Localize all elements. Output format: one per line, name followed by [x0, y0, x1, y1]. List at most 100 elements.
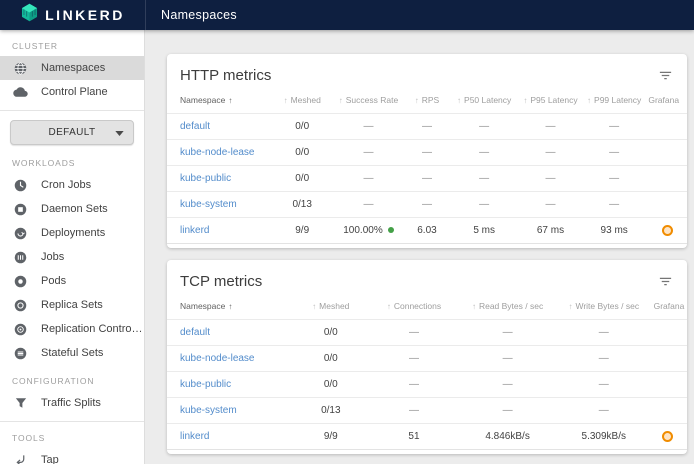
- sidebar-item-namespaces[interactable]: Namespaces: [0, 56, 144, 80]
- column-header-p95-latency[interactable]: ↑P95 Latency: [518, 91, 583, 114]
- namespace-link[interactable]: kube-public: [180, 173, 231, 184]
- tcp-metrics-table: Namespace↑↑Meshed↑Connections↑Read Bytes…: [167, 297, 687, 450]
- sort-icon: ↑: [587, 96, 591, 105]
- namespace-selector[interactable]: DEFAULT: [10, 120, 134, 145]
- namespace-cell: linkerd: [167, 218, 271, 244]
- grafana-cell: [645, 218, 687, 244]
- sidebar-item-label: Pods: [41, 275, 66, 287]
- metric-cell: 0/0: [292, 372, 370, 398]
- sidebar-item-replica-sets[interactable]: Replica Sets: [0, 293, 144, 317]
- namespace-link[interactable]: kube-public: [180, 379, 231, 390]
- namespace-link[interactable]: kube-system: [180, 405, 237, 416]
- metric-cell: 0/13: [271, 192, 333, 218]
- cron-jobs-icon: [13, 179, 28, 192]
- namespace-link[interactable]: default: [180, 327, 210, 338]
- metric-cell: —: [450, 192, 518, 218]
- column-header-rps[interactable]: ↑RPS: [404, 91, 451, 114]
- sidebar-item-replication-controllers[interactable]: Replication Controllers: [0, 317, 144, 341]
- namespace-link[interactable]: kube-system: [180, 199, 237, 210]
- sidebar-item-label: Deployments: [41, 227, 105, 239]
- table-row-kube-node-lease: kube-node-lease0/0———: [167, 346, 687, 372]
- namespace-selector-value: DEFAULT: [48, 127, 95, 138]
- metric-cell: —: [450, 166, 518, 192]
- sidebar-item-traffic-splits[interactable]: Traffic Splits: [0, 391, 144, 415]
- metric-cell: 0/13: [292, 398, 370, 424]
- linkerd-logo-icon: [20, 3, 39, 27]
- topbar-divider: [145, 0, 146, 30]
- column-header-success-rate[interactable]: ↑Success Rate: [333, 91, 403, 114]
- sidebar-item-label: Replica Sets: [41, 299, 103, 311]
- sort-icon: ↑: [457, 96, 461, 105]
- sidebar-item-cron-jobs[interactable]: Cron Jobs: [0, 173, 144, 197]
- metric-cell: 0/0: [271, 140, 333, 166]
- brand[interactable]: LINKERD: [0, 0, 145, 30]
- deployments-icon: [13, 227, 28, 240]
- sidebar-item-label: Namespaces: [41, 62, 105, 74]
- grafana-icon[interactable]: [662, 431, 673, 442]
- namespace-cell: kube-public: [167, 372, 292, 398]
- replication-controllers-icon: [13, 323, 28, 336]
- sidebar-section-label: CONFIGURATION: [0, 365, 144, 391]
- sidebar-item-jobs[interactable]: Jobs: [0, 245, 144, 269]
- tcp-metrics-card: TCP metrics Namespace↑↑Meshed↑Connection…: [167, 260, 687, 454]
- sidebar-item-label: Traffic Splits: [41, 397, 101, 409]
- metric-cell: 93 ms: [583, 218, 645, 244]
- filter-list-icon[interactable]: [658, 68, 673, 83]
- namespace-selector-wrap: DEFAULT: [0, 111, 144, 147]
- sidebar-item-pods[interactable]: Pods: [0, 269, 144, 293]
- sidebar-item-deployments[interactable]: Deployments: [0, 221, 144, 245]
- sidebar-item-daemon-sets[interactable]: Daemon Sets: [0, 197, 144, 221]
- tap-icon: [13, 454, 28, 464]
- sidebar-item-stateful-sets[interactable]: Stateful Sets: [0, 341, 144, 365]
- column-header-p99-latency[interactable]: ↑P99 Latency: [583, 91, 645, 114]
- column-header-connections[interactable]: ↑Connections: [370, 297, 458, 320]
- namespace-link[interactable]: linkerd: [180, 431, 209, 442]
- namespace-link[interactable]: kube-node-lease: [180, 353, 255, 364]
- sidebar-item-tap[interactable]: Tap: [0, 448, 144, 464]
- jobs-icon: [13, 251, 28, 264]
- column-header-meshed[interactable]: ↑Meshed: [271, 91, 333, 114]
- sidebar-section-workloads: WORKLOADSCron JobsDaemon SetsDeployments…: [0, 147, 144, 365]
- metric-cell: —: [458, 320, 557, 346]
- metric-cell: 51: [370, 424, 458, 450]
- column-header-meshed[interactable]: ↑Meshed: [292, 297, 370, 320]
- table-row-default: default0/0———: [167, 320, 687, 346]
- sidebar-item-label: Cron Jobs: [41, 179, 91, 191]
- sort-icon: ↑: [472, 302, 476, 311]
- sort-icon: ↑: [523, 96, 527, 105]
- namespace-link[interactable]: default: [180, 121, 210, 132]
- grafana-icon[interactable]: [662, 225, 673, 236]
- sidebar-section-cluster: CLUSTERNamespacesControl Plane: [0, 30, 144, 104]
- sort-asc-icon: ↑: [228, 96, 232, 105]
- sidebar-item-label: Control Plane: [41, 86, 108, 98]
- metric-cell: —: [557, 346, 651, 372]
- column-header-read-bytes-sec[interactable]: ↑Read Bytes / sec: [458, 297, 557, 320]
- metric-cell: —: [404, 166, 451, 192]
- main-content: HTTP metrics Namespace↑↑Meshed↑Success R…: [145, 30, 694, 464]
- metric-cell: 67 ms: [518, 218, 583, 244]
- top-bar: LINKERD Namespaces: [0, 0, 694, 30]
- column-header-namespace[interactable]: Namespace↑: [167, 91, 271, 114]
- metric-cell: —: [450, 114, 518, 140]
- metric-cell: 4.846kB/s: [458, 424, 557, 450]
- namespace-link[interactable]: linkerd: [180, 225, 209, 236]
- filter-list-icon[interactable]: [658, 274, 673, 289]
- sort-icon: ↑: [284, 96, 288, 105]
- namespace-link[interactable]: kube-node-lease: [180, 147, 255, 158]
- metric-cell: 5 ms: [450, 218, 518, 244]
- column-header-namespace[interactable]: Namespace↑: [167, 297, 292, 320]
- metric-cell: —: [583, 140, 645, 166]
- column-header-write-bytes-sec[interactable]: ↑Write Bytes / sec: [557, 297, 651, 320]
- sort-icon: ↑: [415, 96, 419, 105]
- metric-cell: —: [583, 114, 645, 140]
- table-row-kube-node-lease: kube-node-lease0/0—————: [167, 140, 687, 166]
- sidebar-item-control-plane[interactable]: Control Plane: [0, 80, 144, 104]
- http-metrics-table: Namespace↑↑Meshed↑Success Rate↑RPS↑P50 L…: [167, 91, 687, 244]
- sort-icon: ↑: [568, 302, 572, 311]
- metric-cell: 0/0: [271, 166, 333, 192]
- column-header-p50-latency[interactable]: ↑P50 Latency: [450, 91, 518, 114]
- sidebar-item-label: Tap: [41, 454, 59, 464]
- sidebar: CLUSTERNamespacesControl PlaneDEFAULTWOR…: [0, 30, 145, 464]
- namespace-cell: kube-node-lease: [167, 140, 271, 166]
- metric-cell: —: [458, 346, 557, 372]
